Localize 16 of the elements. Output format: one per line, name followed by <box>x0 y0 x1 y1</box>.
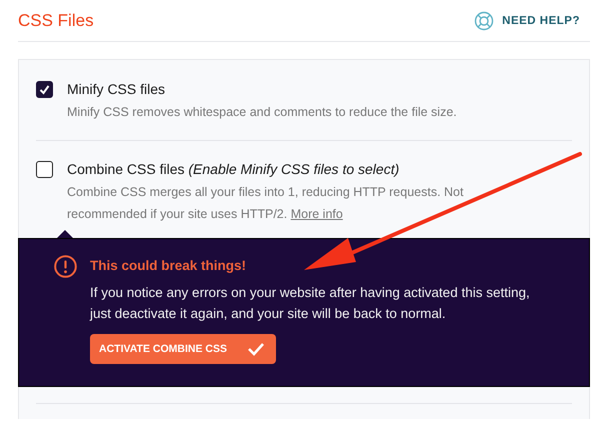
lifebuoy-icon <box>474 10 494 30</box>
section-title: CSS Files <box>18 11 94 31</box>
option-label: Minify CSS files <box>67 80 166 98</box>
checkbox[interactable] <box>36 161 53 178</box>
activate-button[interactable]: ACTIVATE COMBINE CSS <box>90 334 276 364</box>
check-icon <box>246 342 265 356</box>
need-help-link[interactable]: NEED HELP? <box>474 10 580 30</box>
option-description: Minify CSS removes whitespace and comments to reduce the file size. <box>67 104 457 121</box>
warning-icon <box>54 255 77 278</box>
checkmark-icon <box>39 84 50 94</box>
checkbox[interactable] <box>36 81 53 98</box>
more-info-link[interactable]: More info <box>290 207 343 221</box>
option-label: Combine CSS files (Enable Minify CSS files to select) <box>67 160 400 178</box>
warning-title: This could break things! <box>90 257 248 275</box>
warning-message: If you notice any errors on your website after having activated this setting, just deactivate it again, and your site will be back to normal. <box>90 284 531 323</box>
option-description: Combine CSS merges all your files into 1, reducing HTTP requests. Not recommended if your site uses HTTP/2. More info <box>67 184 464 223</box>
